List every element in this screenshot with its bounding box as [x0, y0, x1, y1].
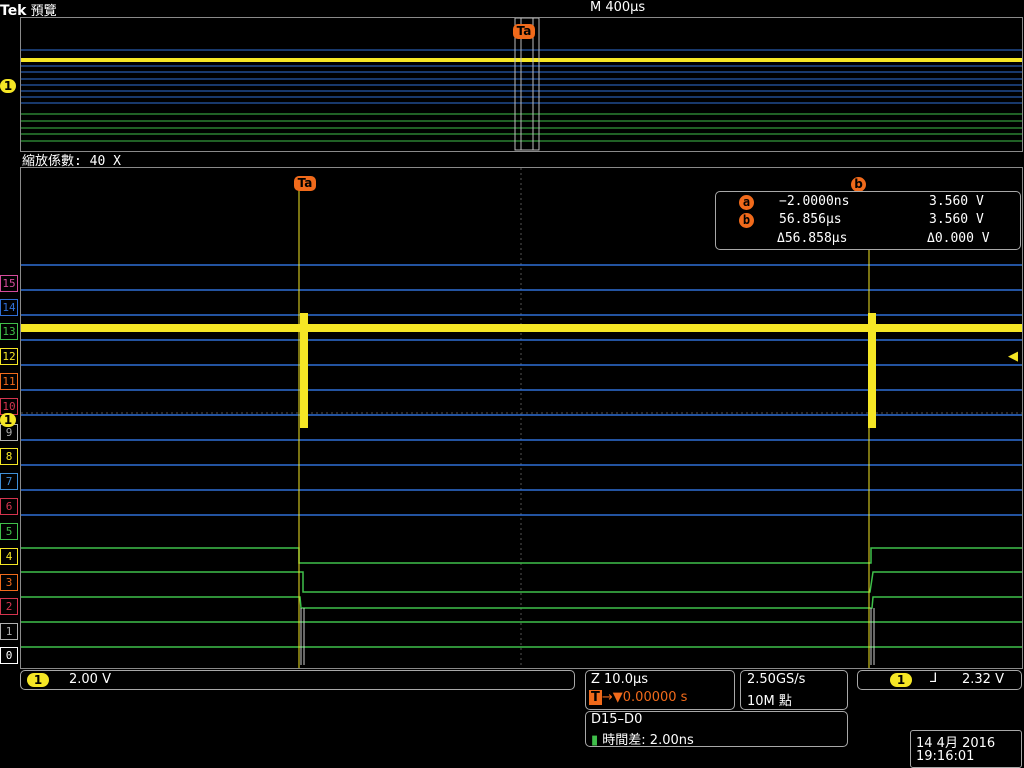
datetime-panel: 14 4月 2016 19:16:01 [910, 730, 1022, 768]
cursor-b-marker[interactable]: b [851, 173, 866, 192]
overview-ch1-marker[interactable]: 1 [0, 75, 16, 94]
zoom-time: Z 10.0µs [591, 672, 649, 687]
ch1-zoom-marker[interactable]: 1 [0, 409, 16, 428]
trigger-source-badge: 1 [890, 673, 912, 687]
trigger-a-badge: Ta [513, 24, 535, 39]
cursor-a-time: −2.0000ns [779, 194, 850, 209]
cursor-b-volt: 3.560 V [929, 212, 984, 227]
digital-channel-label-d11[interactable]: 11 [0, 373, 18, 390]
digital-channel-label-d3[interactable]: 3 [0, 574, 18, 591]
bus-skew: 時間差: 2.00ns [602, 733, 694, 748]
acquisition-status-panel[interactable]: 2.50GS/s 10M 點 [740, 670, 848, 710]
digital-channel-label-d8[interactable]: 8 [0, 448, 18, 465]
digital-channel-label-d4[interactable]: 4 [0, 548, 18, 565]
cursor-delta-volt: Δ0.000 V [927, 231, 990, 246]
skew-icon: ▮ [591, 733, 599, 748]
bus-skew-row: ▮ 時間差: 2.00ns [591, 729, 694, 748]
cursor-delta-time: Δ56.858µs [777, 231, 848, 246]
bus-status-panel[interactable]: D15–D0 ▮ 時間差: 2.00ns [585, 711, 848, 748]
ch1-zoom-marker-badge: 1 [0, 413, 16, 427]
zoom-trigger-marker: Ta [294, 172, 316, 191]
digital-channel-label-d6[interactable]: 6 [0, 498, 18, 515]
horizontal-status-panel[interactable]: Z 10.0µs T →▼0.00000 s [585, 670, 735, 710]
cursor-readout-panel: a −2.0000ns 3.560 V b 56.856µs 3.560 V Δ… [715, 191, 1021, 250]
trigger-level: 2.32 V [962, 672, 1004, 687]
digital-channel-label-d0[interactable]: 0 [0, 647, 18, 664]
timebase-label: M 400µs [590, 0, 646, 15]
trigger-level-arrow-icon[interactable]: ◀ [1008, 349, 1018, 364]
cursor-b-handle: b [851, 177, 866, 192]
trigger-slope-icon: ⅃ [930, 671, 938, 686]
digital-channel-label-d7[interactable]: 7 [0, 473, 18, 490]
record-length: 10M 點 [747, 694, 792, 709]
trigger-position-readout: T →▼0.00000 s [589, 690, 687, 705]
ch1-status-panel[interactable]: 1 2.00 V [20, 670, 575, 690]
digital-channel-label-d14[interactable]: 14 [0, 299, 18, 316]
digital-channel-label-d12[interactable]: 12 [0, 348, 18, 365]
time: 19:16:01 [916, 749, 975, 764]
digital-channel-label-d1[interactable]: 1 [0, 623, 18, 640]
overview-trigger-marker: Ta [513, 20, 535, 39]
trigger-status-panel[interactable]: 1 ⅃ 2.32 V [857, 670, 1022, 690]
trigger-position: →▼0.00000 s [601, 690, 688, 705]
cursor-b-time: 56.856µs [779, 212, 842, 227]
sample-rate: 2.50GS/s [747, 672, 806, 687]
ch1-marker-badge: 1 [0, 79, 16, 93]
digital-channel-label-d13[interactable]: 13 [0, 323, 18, 340]
bus-name: D15–D0 [591, 712, 643, 727]
digital-channel-label-d2[interactable]: 2 [0, 598, 18, 615]
ch1-status-badge: 1 [27, 673, 49, 687]
cursor-b-icon: b [739, 213, 754, 228]
trigger-pos-icon: T [589, 690, 602, 705]
cursor-a-icon: a [739, 195, 754, 210]
cursor-a-volt: 3.560 V [929, 194, 984, 209]
digital-channel-label-d5[interactable]: 5 [0, 523, 18, 540]
zoom-trigger-a-badge: Ta [294, 176, 316, 191]
ch1-scale: 2.00 V [69, 672, 111, 687]
digital-channel-label-d15[interactable]: 15 [0, 275, 18, 292]
